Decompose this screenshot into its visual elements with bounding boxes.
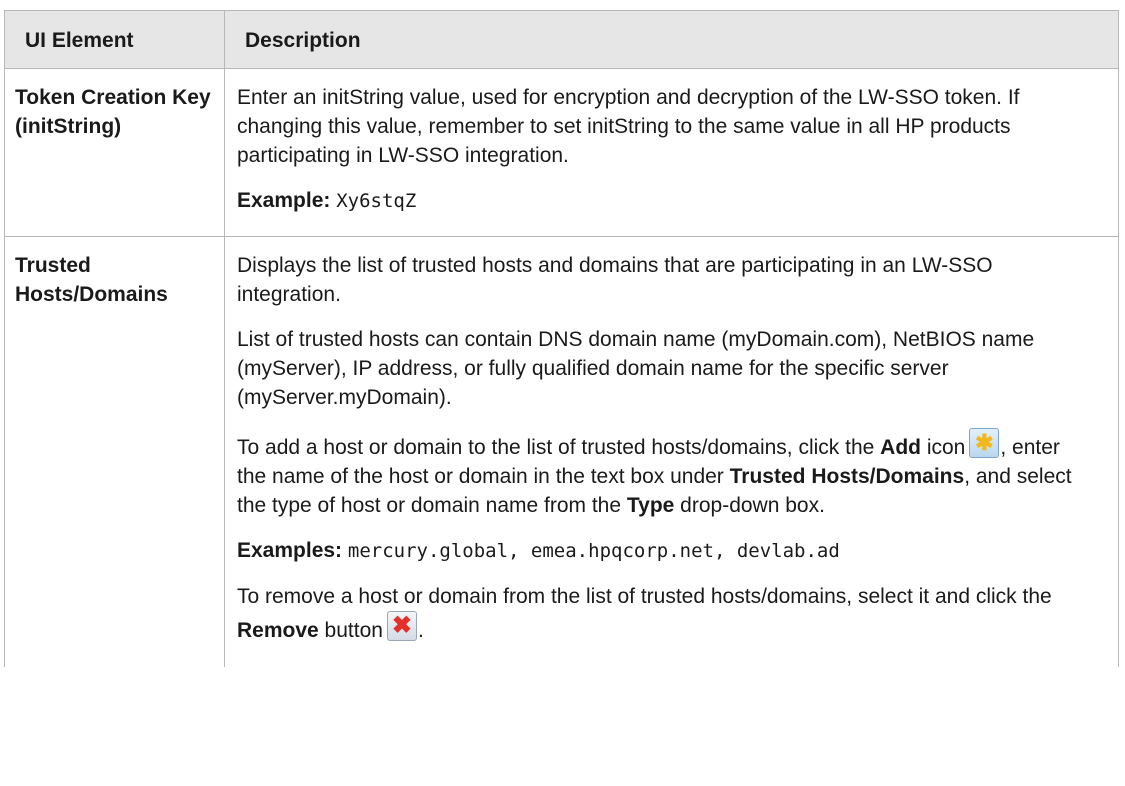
instruction-text: drop-down box. [674, 494, 825, 517]
header-description: Description [224, 10, 1119, 69]
element-description: Displays the list of trusted hosts and d… [224, 236, 1119, 667]
example-value: Xy6stqZ [336, 190, 417, 212]
instruction-text: button [318, 619, 383, 642]
description-paragraph: Displays the list of trusted hosts and d… [237, 254, 993, 306]
instruction-text: To add a host or domain to the list of t… [237, 436, 881, 459]
remove-icon: ✖ [386, 611, 417, 641]
add-icon: ✱ [969, 428, 1000, 458]
instruction-text: To remove a host or domain from the list… [237, 585, 1052, 608]
header-ui-element: UI Element [4, 10, 225, 69]
table-row: Trusted Hosts/Domains Displays the list … [4, 236, 1119, 667]
example-label: Example: [237, 189, 331, 212]
examples-line: Examples: mercury.global, emea.hpqcorp.n… [237, 536, 1092, 566]
instruction-text: icon [921, 436, 966, 459]
remove-instructions: To remove a host or domain from the list… [237, 582, 1092, 645]
remove-icon-glyph: ✖ [391, 612, 412, 639]
remove-keyword: Remove [237, 619, 319, 642]
instruction-text: . [417, 619, 424, 642]
element-description: Enter an initString value, used for encr… [224, 68, 1119, 237]
add-icon-glyph: ✱ [975, 430, 994, 455]
example-line: Example: Xy6stqZ [237, 186, 1092, 216]
description-paragraph: Enter an initString value, used for encr… [237, 86, 1020, 167]
ui-elements-table: UI Element Description Token Creation Ke… [4, 10, 1119, 667]
examples-value: mercury.global, emea.hpqcorp.net, devlab… [347, 540, 840, 562]
element-name: Token Creation Key (initString) [4, 68, 225, 237]
element-name: Trusted Hosts/Domains [4, 236, 225, 667]
table-header-row: UI Element Description [4, 10, 1119, 69]
add-instructions: To add a host or domain to the list of t… [237, 428, 1092, 520]
add-keyword: Add [880, 436, 921, 459]
description-paragraph: List of trusted hosts can contain DNS do… [237, 328, 1035, 409]
trusted-keyword: Trusted Hosts/Domains [729, 465, 965, 488]
type-keyword: Type [626, 494, 675, 517]
table-row: Token Creation Key (initString) Enter an… [4, 68, 1119, 237]
examples-label: Examples: [237, 539, 343, 562]
